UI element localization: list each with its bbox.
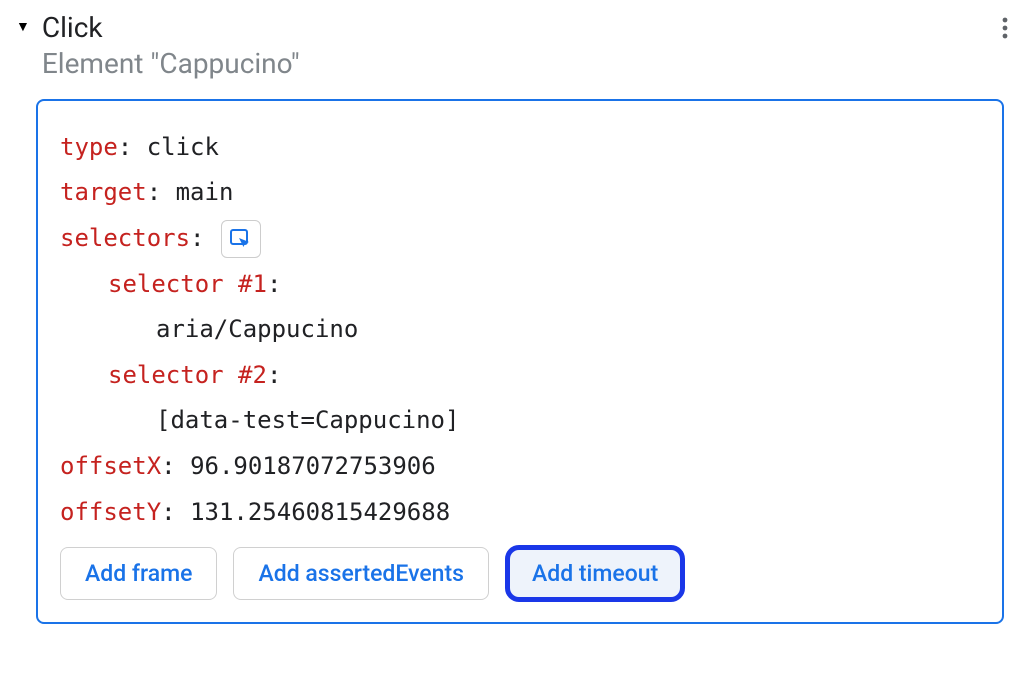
step-details-panel: type: click target: main selectors: sele… xyxy=(36,99,1004,624)
header-left: ▼ Click Element "Cappucino" xyxy=(16,10,300,83)
add-timeout-button[interactable]: Add timeout xyxy=(505,545,685,602)
prop-key-offsety: offsetY xyxy=(60,498,161,526)
prop-key-sel1: selector #1 xyxy=(108,270,267,298)
prop-val-target: main xyxy=(176,178,234,206)
prop-val-type: click xyxy=(147,133,219,161)
prop-key-offsetx: offsetX xyxy=(60,452,161,480)
prop-selector-2-value[interactable]: [data-test=Cappucino] xyxy=(60,398,980,444)
prop-offsety[interactable]: offsetY: 131.25460815429688 xyxy=(60,490,980,536)
prop-val-sel1: aria/Cappucino xyxy=(156,315,358,343)
prop-target[interactable]: target: main xyxy=(60,170,980,216)
step-subtitle: Element "Cappucino" xyxy=(42,46,300,82)
step-header: ▼ Click Element "Cappucino" xyxy=(16,10,1014,95)
prop-key-sel2: selector #2 xyxy=(108,361,267,389)
prop-key-selectors: selectors xyxy=(60,224,190,252)
more-options-icon[interactable] xyxy=(996,10,1014,46)
prop-val-offsetx: 96.90187072753906 xyxy=(190,452,436,480)
prop-key-target: target xyxy=(60,178,147,206)
prop-offsetx[interactable]: offsetX: 96.90187072753906 xyxy=(60,444,980,490)
prop-selectors[interactable]: selectors: xyxy=(60,216,980,262)
prop-selector-1-value[interactable]: aria/Cappucino xyxy=(60,307,980,353)
prop-selector-1[interactable]: selector #1: xyxy=(60,262,980,308)
action-button-row: Add frame Add assertedEvents Add timeout xyxy=(60,545,980,602)
prop-key-type: type xyxy=(60,133,118,161)
step-title: Click xyxy=(42,10,300,46)
selector-picker-button[interactable] xyxy=(221,220,261,258)
add-frame-button[interactable]: Add frame xyxy=(60,547,217,600)
selector-picker-icon xyxy=(230,229,252,249)
add-asserted-events-button[interactable]: Add assertedEvents xyxy=(233,547,489,600)
header-titles: Click Element "Cappucino" xyxy=(42,10,300,83)
prop-val-sel2: [data-test=Cappucino] xyxy=(156,406,459,434)
prop-val-offsety: 131.25460815429688 xyxy=(190,498,450,526)
prop-type[interactable]: type: click xyxy=(60,125,980,171)
prop-selector-2[interactable]: selector #2: xyxy=(60,353,980,399)
collapse-toggle-icon[interactable]: ▼ xyxy=(16,18,30,35)
